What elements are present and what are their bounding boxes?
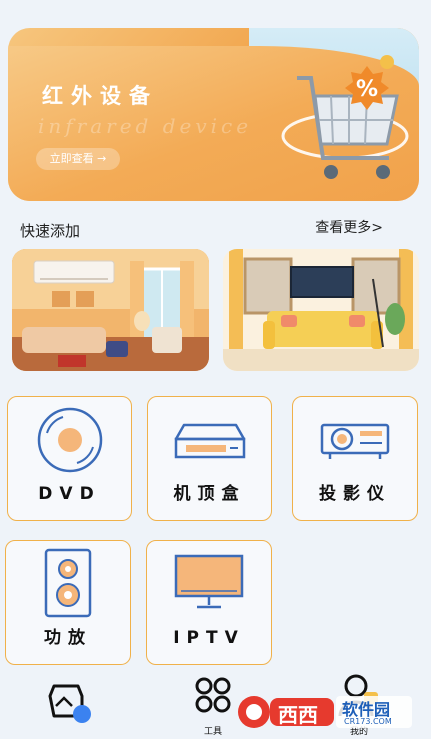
tab-tools[interactable]: 工具 [188, 674, 238, 738]
speaker-icon [44, 548, 92, 618]
living-room-tv-image[interactable] [223, 249, 419, 371]
projector-icon [320, 423, 390, 459]
watermark-brand: 西西 [278, 703, 318, 727]
banner-title: 红外设备 [42, 84, 158, 108]
banner-subtitle: infrared device [38, 114, 253, 138]
shopping-cart-icon: % [281, 55, 409, 179]
view-more-link[interactable]: 查看更多> [315, 217, 383, 237]
device-label: 机顶盒 [173, 484, 246, 504]
tab-home[interactable] [44, 676, 94, 726]
device-label: 投影仪 [319, 484, 391, 504]
device-label: 功放 [44, 628, 92, 648]
living-room-ac-image[interactable] [12, 249, 209, 371]
dvd-disc-icon [37, 407, 102, 473]
device-tile-projector[interactable]: 投影仪 [292, 396, 418, 521]
home-icon [48, 684, 91, 723]
banner[interactable]: 红外设备 infrared device 立即查看 → % [8, 28, 419, 201]
quick-add-title: 快速添加 [20, 222, 81, 240]
air-conditioner-scene [12, 249, 209, 371]
watermark-site: CR173.COM [344, 717, 392, 726]
device-label: IPTV [173, 628, 245, 648]
television-scene [223, 249, 419, 371]
device-tile-set-top-box[interactable]: 机顶盒 [147, 396, 272, 521]
device-tile-dvd[interactable]: DVD [7, 396, 132, 521]
device-tile-amplifier[interactable]: 功放 [5, 540, 131, 665]
svg-text:%: % [356, 77, 378, 102]
site-watermark: 西西 软件园 CR173.COM [236, 690, 414, 732]
tv-icon [174, 554, 244, 609]
device-label: DVD [38, 484, 101, 504]
set-top-box-icon [174, 423, 245, 459]
view-now-button[interactable]: 立即查看 → [36, 148, 120, 170]
device-tile-iptv[interactable]: IPTV [146, 540, 272, 665]
tools-icon [195, 677, 231, 713]
tab-tools-label: 工具 [203, 727, 222, 737]
